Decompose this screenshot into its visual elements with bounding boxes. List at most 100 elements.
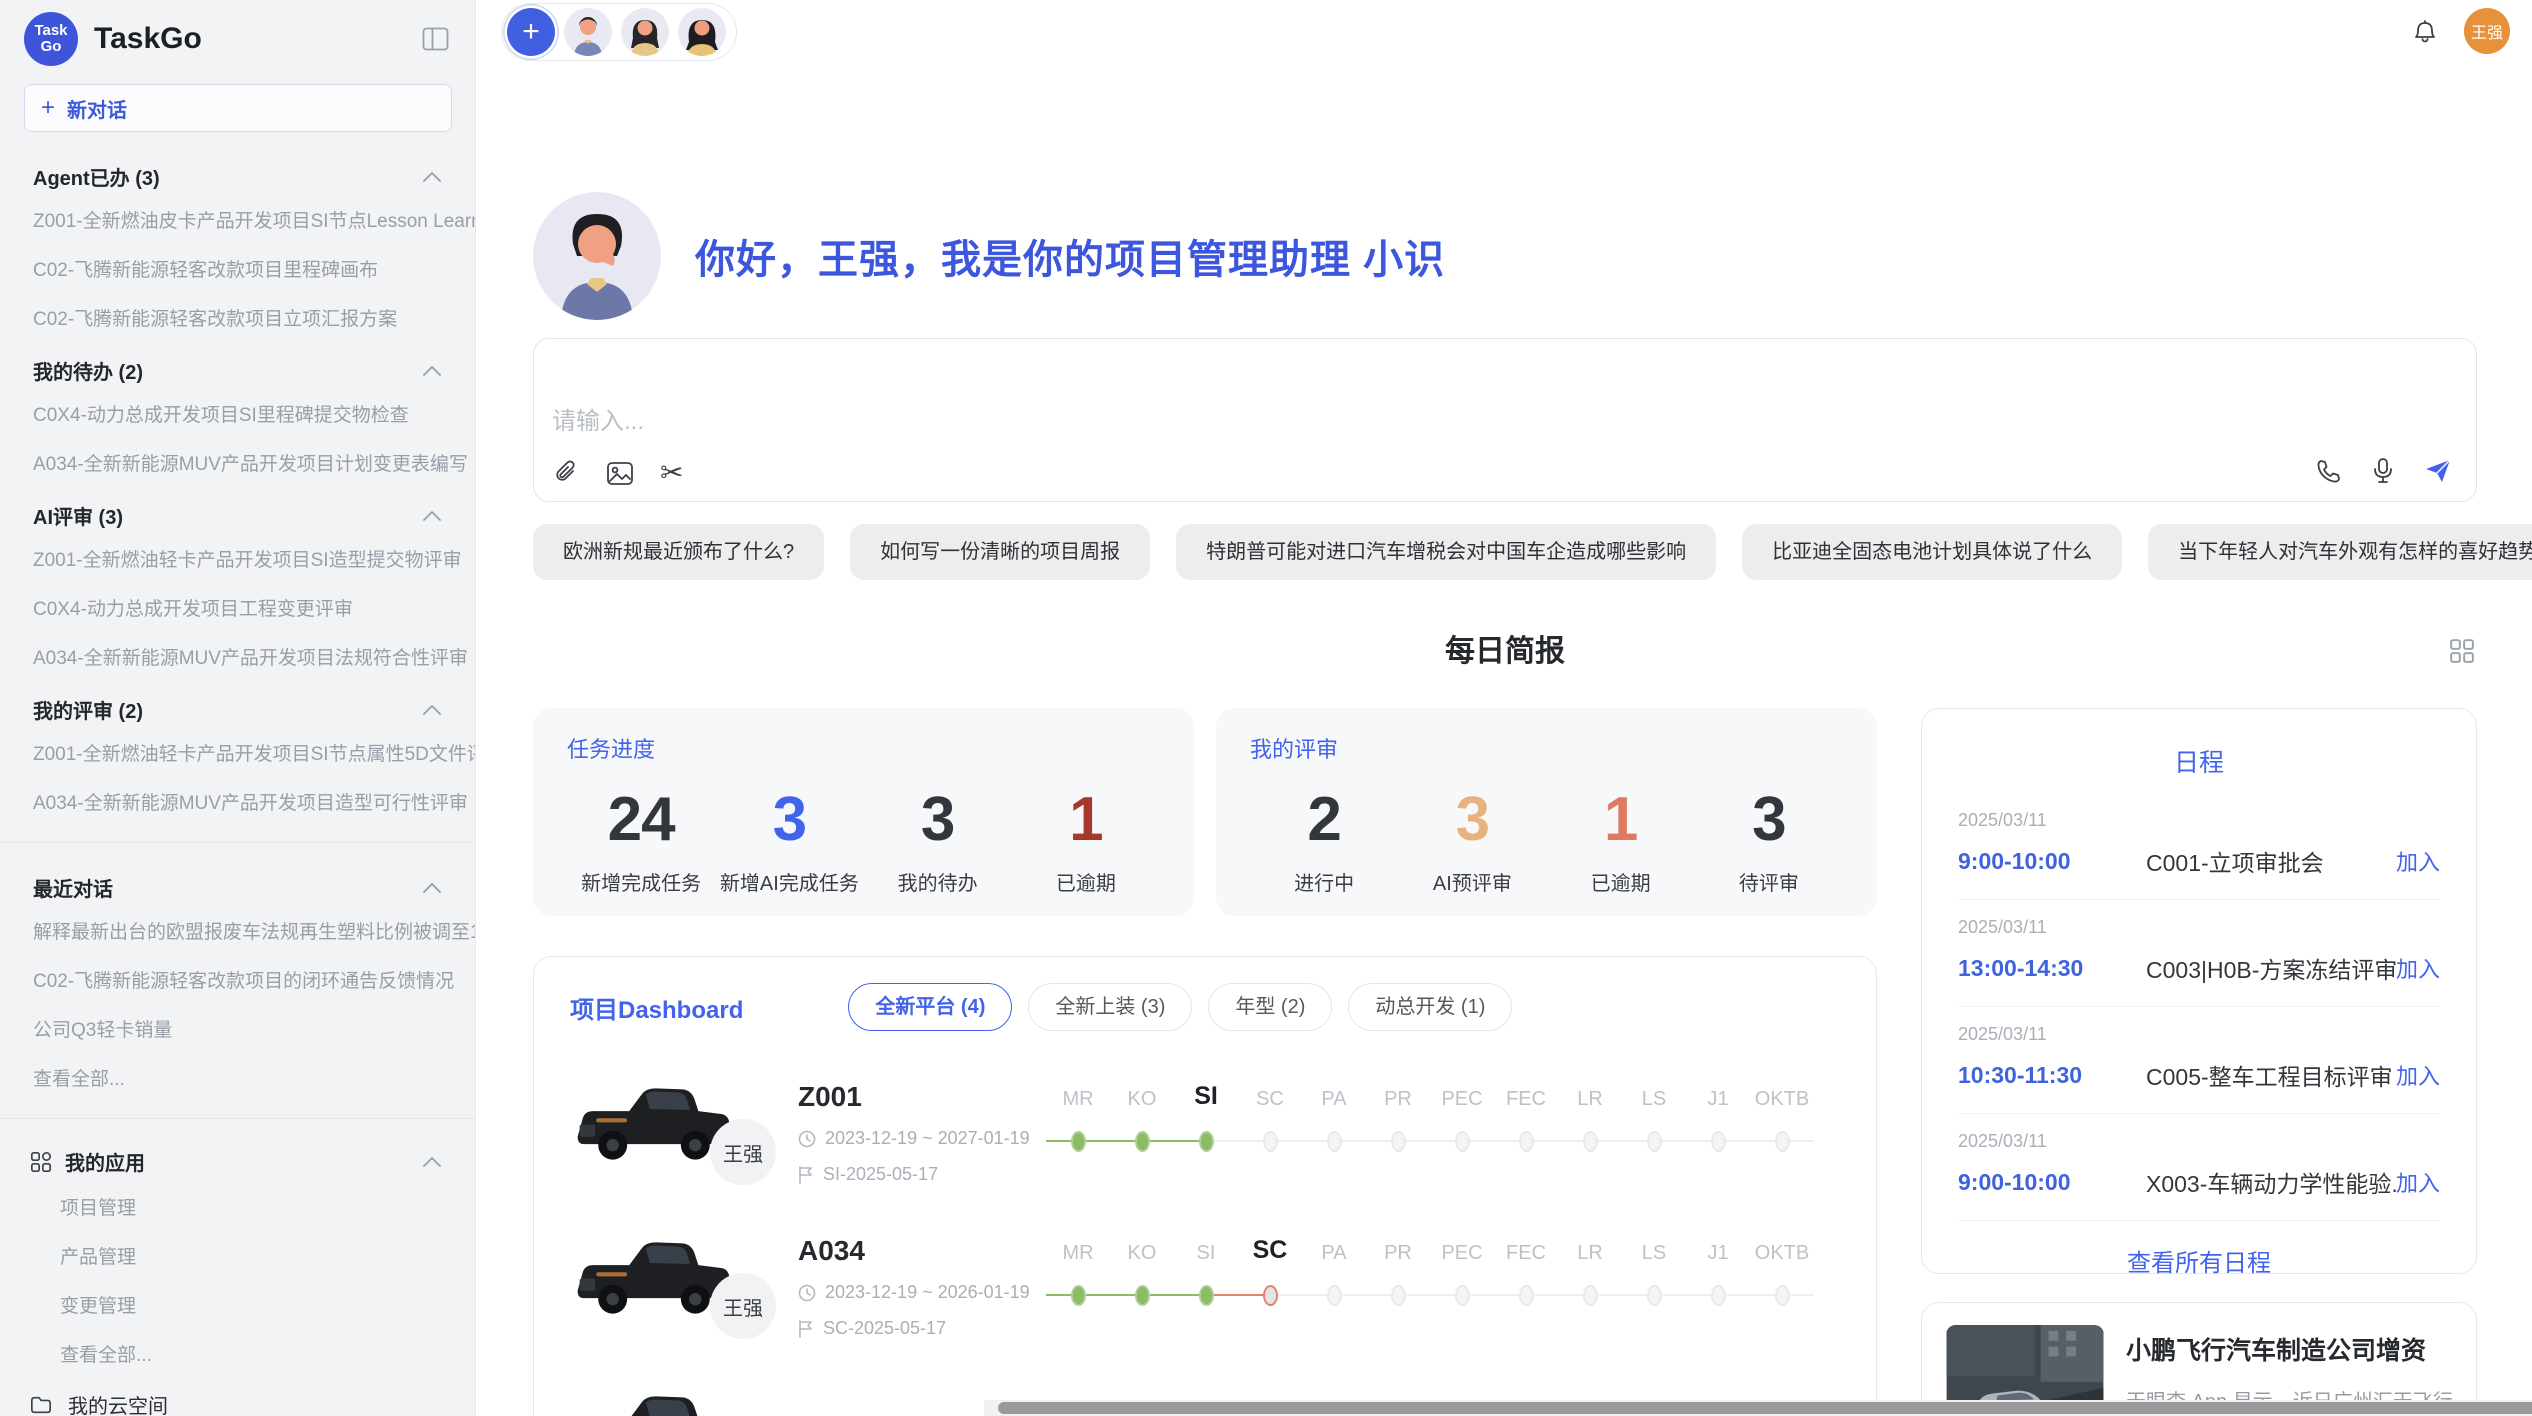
milestone[interactable]: PR xyxy=(1366,1231,1430,1339)
suggestion-chip[interactable]: 特朗普可能对进口汽车增税会对中国车企造成哪些影响 xyxy=(1176,524,1716,580)
milestone[interactable]: J1 xyxy=(1686,1231,1750,1339)
milestone-segment-right xyxy=(1278,1140,1303,1142)
stat-item[interactable]: 3 待评审 xyxy=(1695,784,1843,896)
milestone[interactable]: PEC xyxy=(1430,1077,1494,1185)
milestone-node xyxy=(1391,1285,1406,1306)
send-button[interactable] xyxy=(2424,458,2452,484)
app-item[interactable]: 查看全部... xyxy=(0,1329,475,1378)
dashboard-tab[interactable]: 动总开发 (1) xyxy=(1348,983,1512,1031)
sidebar-item[interactable]: C02-飞腾新能源轻客改款项目里程碑画布 xyxy=(0,244,475,293)
new-chat-button[interactable]: + 新对话 xyxy=(24,84,452,132)
user-avatar[interactable]: 王强 xyxy=(2464,8,2510,54)
milestone[interactable]: SC xyxy=(1238,1077,1302,1185)
project-row[interactable]: 王强 Z001 2023-12-19 ~ 2027-01-19 xyxy=(570,1077,1840,1185)
section-header-ai-review[interactable]: AI评审 (3) xyxy=(0,487,475,534)
sidebar-item-cloud-space[interactable]: 我的云空间 xyxy=(0,1378,475,1416)
news-card[interactable]: 小鹏飞行汽车制造公司增资 天眼查 App 显示，近日广州汇天飞行汽... xyxy=(1921,1302,2477,1416)
stat-item[interactable]: 1 已逾期 xyxy=(1012,784,1160,896)
sidebar-item[interactable]: C0X4-动力总成开发项目SI里程碑提交物检查 xyxy=(0,389,475,438)
sidebar-item[interactable]: A034-全新新能源MUV产品开发项目造型可行性评审 xyxy=(0,777,475,826)
microphone-button[interactable] xyxy=(2372,457,2394,485)
section-header-recent[interactable]: 最近对话 xyxy=(0,859,475,906)
recent-conversation-item[interactable]: 解释最新出台的欧盟报废车法规再生塑料比例被调至15%... xyxy=(0,906,475,955)
dashboard-tab[interactable]: 全新上装 (3) xyxy=(1028,983,1192,1031)
milestone[interactable]: KO xyxy=(1110,1077,1174,1185)
milestone[interactable]: MR xyxy=(1046,1231,1110,1339)
stat-item[interactable]: 2 进行中 xyxy=(1250,784,1398,896)
milestone[interactable]: SC xyxy=(1238,1231,1302,1339)
milestone[interactable]: MR xyxy=(1046,1077,1110,1185)
collapse-sidebar-button[interactable] xyxy=(422,27,449,52)
snippet-button[interactable]: ✂ xyxy=(660,459,683,487)
voice-call-button[interactable] xyxy=(2316,458,2342,484)
milestone[interactable]: FEC xyxy=(1494,1231,1558,1339)
milestone[interactable]: PA xyxy=(1302,1231,1366,1339)
milestone[interactable]: SI xyxy=(1174,1077,1238,1185)
app-item[interactable]: 变更管理 xyxy=(0,1280,475,1329)
milestone-label: PA xyxy=(1321,1231,1346,1265)
milestone[interactable]: LS xyxy=(1622,1077,1686,1185)
join-link[interactable]: 加入 xyxy=(2396,1166,2440,1198)
app-item[interactable]: 产品管理 xyxy=(0,1231,475,1280)
add-assistant-button[interactable]: + xyxy=(507,8,555,56)
milestone[interactable]: LR xyxy=(1558,1077,1622,1185)
clock-icon xyxy=(798,1284,816,1302)
suggestion-chip[interactable]: 欧洲新规最近颁布了什么? xyxy=(533,524,824,580)
app-item[interactable]: 项目管理 xyxy=(0,1182,475,1231)
project-row[interactable]: 王强 A034 2023-12-19 ~ 2026-01-19 xyxy=(570,1231,1840,1339)
assistant-avatar[interactable] xyxy=(564,8,612,56)
stat-item[interactable]: 3 AI预评审 xyxy=(1398,784,1546,896)
milestone[interactable]: PEC xyxy=(1430,1231,1494,1339)
recent-conversation-item[interactable]: 公司Q3轻卡销量 xyxy=(0,1004,475,1053)
section-header-my-todo[interactable]: 我的待办 (2) xyxy=(0,342,475,389)
suggestion-chip[interactable]: 比亚迪全固态电池计划具体说了什么 xyxy=(1742,524,2122,580)
sidebar-item[interactable]: C0X4-动力总成开发项目工程变更评审 xyxy=(0,583,475,632)
insert-image-button[interactable] xyxy=(606,461,634,486)
milestone[interactable]: PA xyxy=(1302,1077,1366,1185)
view-all-schedule-link[interactable]: 查看所有日程 xyxy=(1958,1243,2440,1278)
milestone[interactable]: OKTB xyxy=(1750,1077,1814,1185)
recent-conversation-item[interactable]: C02-飞腾新能源轻客改款项目的闭环通告反馈情况 xyxy=(0,955,475,1004)
layout-toggle-button[interactable] xyxy=(2449,638,2475,664)
milestone[interactable]: OKTB xyxy=(1750,1231,1814,1339)
milestone[interactable]: PR xyxy=(1366,1077,1430,1185)
schedule-entry: 2025/03/11 10:30-11:30 C005-整车工程目标评审 加入 xyxy=(1958,1007,2440,1114)
milestone[interactable]: FEC xyxy=(1494,1077,1558,1185)
stat-item[interactable]: 3 新增AI完成任务 xyxy=(715,784,863,896)
horizontal-scrollbar[interactable] xyxy=(984,1400,2532,1416)
scrollbar-thumb[interactable] xyxy=(998,1402,2532,1414)
sidebar-item[interactable]: Z001-全新燃油轻卡产品开发项目SI节点属性5D文件评审 xyxy=(0,728,475,777)
dashboard-tab[interactable]: 年型 (2) xyxy=(1208,983,1332,1031)
milestone[interactable]: J1 xyxy=(1686,1077,1750,1185)
attach-file-button[interactable] xyxy=(554,459,580,487)
suggestion-chip[interactable]: 当下年轻人对汽车外观有怎样的喜好趋势 xyxy=(2148,524,2532,580)
milestone-label: KO xyxy=(1128,1231,1157,1265)
milestone[interactable]: KO xyxy=(1110,1231,1174,1339)
chat-input[interactable]: 请输入... ✂ xyxy=(533,338,2477,502)
sidebar-item[interactable]: C02-飞腾新能源轻客改款项目立项汇报方案 xyxy=(0,293,475,342)
assistant-avatar[interactable] xyxy=(621,8,669,56)
milestone[interactable]: SI xyxy=(1174,1231,1238,1339)
assistant-avatar[interactable] xyxy=(678,8,726,56)
notifications-button[interactable] xyxy=(2412,17,2438,45)
recent-conversation-item[interactable]: 查看全部... xyxy=(0,1053,475,1102)
chevron-up-icon xyxy=(423,705,441,715)
sidebar-item-my-apps[interactable]: 我的应用 xyxy=(0,1135,475,1182)
suggestion-chip[interactable]: 如何写一份清晰的项目周报 xyxy=(850,524,1150,580)
dashboard-tab[interactable]: 全新平台 (4) xyxy=(848,983,1012,1031)
milestone[interactable]: LR xyxy=(1558,1231,1622,1339)
stat-item[interactable]: 3 我的待办 xyxy=(864,784,1012,896)
join-link[interactable]: 加入 xyxy=(2396,845,2440,877)
sidebar-item[interactable]: Z001-全新燃油轻卡产品开发项目SI造型提交物评审 xyxy=(0,534,475,583)
join-link[interactable]: 加入 xyxy=(2396,952,2440,984)
stat-item[interactable]: 24 新增完成任务 xyxy=(567,784,715,896)
sidebar-item[interactable]: A034-全新新能源MUV产品开发项目法规符合性评审 xyxy=(0,632,475,681)
section-header-my-review[interactable]: 我的评审 (2) xyxy=(0,681,475,728)
stat-item[interactable]: 1 已逾期 xyxy=(1547,784,1695,896)
section-header-agent-done[interactable]: Agent已办 (3) xyxy=(0,148,475,195)
milestone-label: FEC xyxy=(1506,1077,1546,1111)
join-link[interactable]: 加入 xyxy=(2396,1059,2440,1091)
milestone[interactable]: LS xyxy=(1622,1231,1686,1339)
sidebar-item[interactable]: A034-全新新能源MUV产品开发项目计划变更表编写 xyxy=(0,438,475,487)
sidebar-item[interactable]: Z001-全新燃油皮卡产品开发项目SI节点Lesson Learn报告 xyxy=(0,195,475,244)
